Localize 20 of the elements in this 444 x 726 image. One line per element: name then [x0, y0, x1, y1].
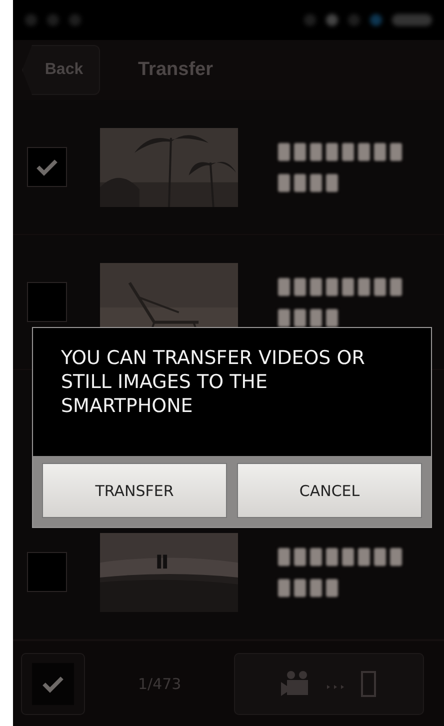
status-icon: [25, 14, 37, 26]
status-icon: [326, 14, 338, 26]
checkbox[interactable]: [27, 147, 67, 187]
checkmark-icon: [42, 674, 64, 692]
checkmark-icon: [36, 158, 58, 176]
dialog-button[interactable]: CANCEL: [237, 463, 422, 518]
camera-to-phone-icon: [279, 670, 379, 698]
checkbox[interactable]: [27, 282, 67, 322]
status-icon: [69, 14, 81, 26]
dialog-message: YOU CAN TRANSFER VIDEOS OR STILL IMAGES TO THE SMARTPHONE: [33, 328, 431, 456]
checkbox[interactable]: [27, 552, 67, 592]
status-icon: [304, 14, 316, 26]
dialog-button[interactable]: TRANSFER: [42, 463, 227, 518]
select-all-button[interactable]: [21, 652, 85, 714]
screen-title: Transfer: [138, 59, 213, 81]
transfer-to-phone-button[interactable]: [234, 652, 424, 714]
status-icon: [392, 14, 432, 26]
status-icon: [370, 14, 382, 26]
status-icon: [348, 14, 360, 26]
status-icon: [47, 14, 59, 26]
